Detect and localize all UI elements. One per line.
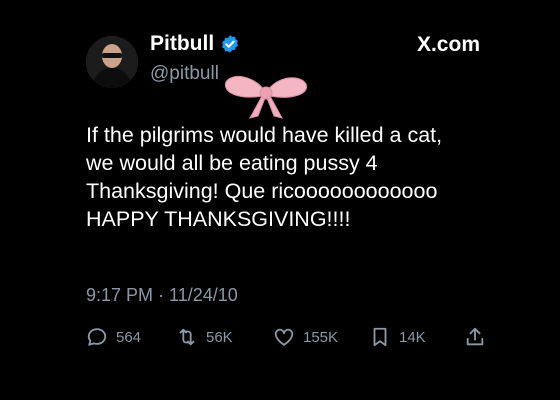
repost-count: 56K <box>206 328 233 346</box>
like-icon <box>274 328 294 346</box>
reply-button[interactable]: 564 <box>86 326 141 348</box>
reply-icon <box>87 328 107 346</box>
share-button[interactable] <box>464 326 486 348</box>
verified-badge-icon <box>220 34 240 54</box>
repost-icon <box>179 328 195 346</box>
avatar-image <box>86 36 138 88</box>
share-icon <box>466 327 484 346</box>
bookmark-button[interactable]: 14K <box>369 326 426 348</box>
author-handle[interactable]: @pitbull <box>150 63 219 85</box>
bow-sticker <box>224 75 307 119</box>
tweet-timestamp[interactable]: 9:17 PM · 11/24/10 <box>86 285 238 306</box>
like-count: 155K <box>303 328 339 346</box>
bookmark-count: 14K <box>399 328 426 346</box>
like-button[interactable]: 155K <box>273 326 338 348</box>
author-display-name[interactable]: Pitbull <box>150 32 214 56</box>
reply-count: 564 <box>116 328 142 346</box>
action-bar: 564 56K 155K 14K <box>86 326 486 352</box>
repost-button[interactable]: 56K <box>176 326 233 348</box>
bookmark-icon <box>373 327 387 347</box>
avatar[interactable] <box>86 36 138 88</box>
author-name[interactable]: Pitbull <box>150 32 240 56</box>
tweet-text: If the pilgrims would have killed a cat,… <box>86 123 443 231</box>
site-label: X.com <box>416 33 480 56</box>
